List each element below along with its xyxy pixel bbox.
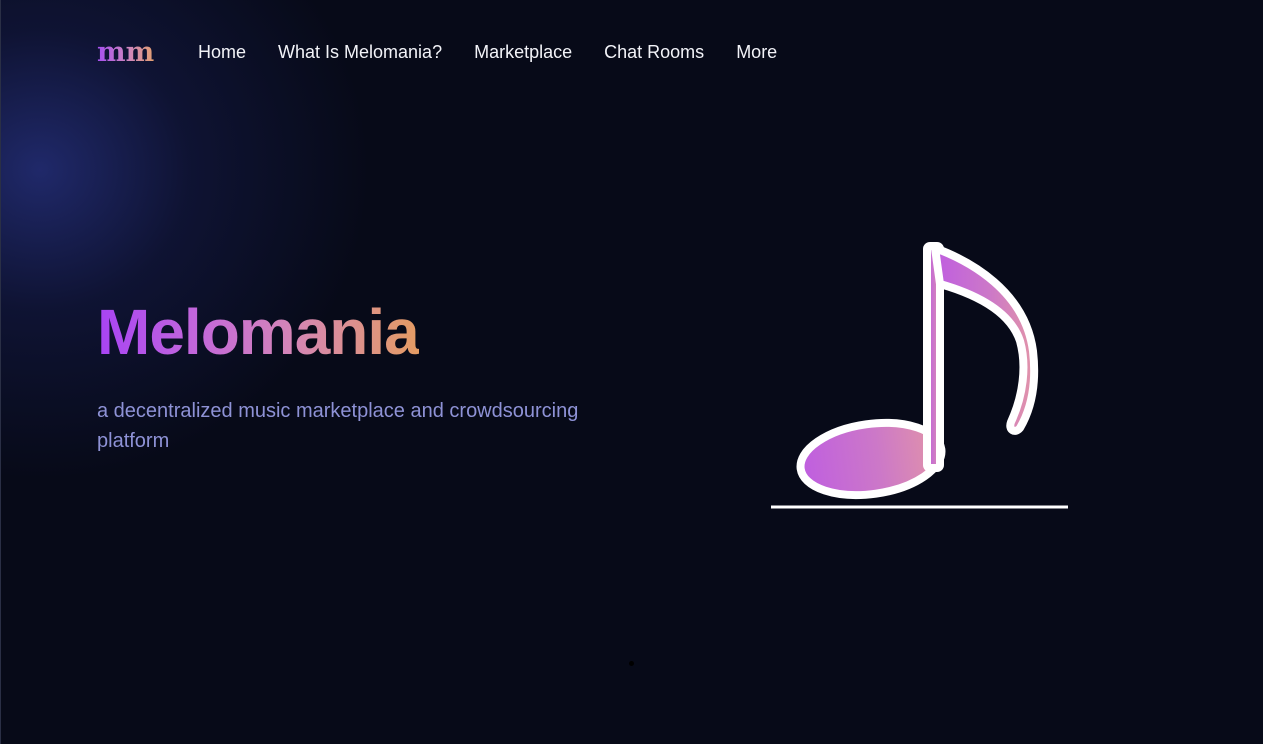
nav-item-home[interactable]: Home	[198, 41, 246, 63]
nav-item-marketplace[interactable]: Marketplace	[474, 41, 572, 63]
music-note-icon	[771, 242, 1068, 509]
logo[interactable]: mm	[97, 36, 154, 70]
hero-subtitle: a decentralized music marketplace and cr…	[97, 400, 579, 452]
nav-item-more[interactable]: More	[736, 41, 777, 63]
window-edge	[0, 0, 1, 744]
nav-item-chat-rooms[interactable]: Chat Rooms	[604, 41, 704, 63]
hero-title: Melomania	[97, 296, 420, 368]
nav-item-what-is-melomania[interactable]: What Is Melomania?	[278, 41, 442, 63]
main-nav: Home What Is Melomania? Marketplace Chat…	[198, 41, 777, 63]
carousel-dot[interactable]	[629, 661, 634, 666]
page: mm Home What Is Melomania? Marketplace C…	[0, 0, 1263, 744]
